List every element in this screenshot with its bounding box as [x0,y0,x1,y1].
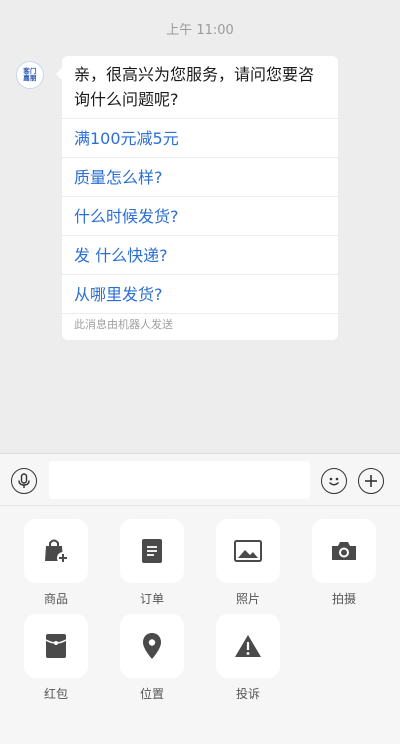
plus-icon [365,475,377,487]
tile-complaint[interactable]: 投诉 [216,614,280,702]
tile-camera-label: 拍摄 [331,592,356,606]
tile-camera[interactable]: 拍摄 [312,519,376,607]
tile-goods[interactable]: 商品 [24,519,88,607]
warning-icon [235,635,261,657]
tile-red-packet-label: 红包 [43,687,68,701]
tile-location[interactable]: 位置 [120,614,184,702]
service-avatar[interactable]: 客门 嘉丽 [16,61,44,89]
avatar-text-line2: 嘉丽 [23,74,37,82]
voice-button[interactable] [11,468,37,494]
input-bar [0,453,400,505]
order-document-icon [142,539,162,563]
tile-order-label: 订单 [139,592,164,606]
quick-question-ship-from[interactable]: 从哪里发货? [62,274,338,313]
quick-question-discount[interactable]: 满100元减5元 [62,118,338,157]
message-input[interactable] [49,461,310,499]
tile-red-packet[interactable]: 红包 [24,614,88,702]
bot-sent-note: 此消息由机器人发送 [62,313,338,340]
tile-goods-label: 商品 [43,592,68,606]
greeting-text: 亲，很高兴为您服务，请问您要咨询什么问题呢? [74,65,315,109]
emoji-button[interactable] [321,468,347,494]
more-functions-panel: 商品 订单 照片 拍摄 红包 位置 投诉 [0,505,400,744]
more-button[interactable] [358,468,384,494]
tile-photo-label: 照片 [235,592,260,606]
microphone-icon [18,473,30,488]
bot-message-bubble: 亲，很高兴为您服务，请问您要咨询什么问题呢? 满100元减5元 质量怎么样? 什… [56,56,338,340]
location-pin-icon [143,633,161,659]
message-timestamp: 上午 11:00 [166,23,234,38]
quick-question-courier[interactable]: 发 什么快递? [62,235,338,274]
tile-location-label: 位置 [139,687,164,701]
quick-question-ship-time[interactable]: 什么时候发货? [62,196,338,235]
tile-order[interactable]: 订单 [120,519,184,607]
tile-complaint-label: 投诉 [235,687,260,701]
tile-photo[interactable]: 照片 [216,519,280,607]
red-packet-icon [45,634,67,658]
quick-question-quality[interactable]: 质量怎么样? [62,157,338,196]
photo-icon [234,540,262,562]
shopping-bag-icon [45,539,69,564]
camera-icon [332,542,356,560]
smiley-icon [329,477,339,486]
